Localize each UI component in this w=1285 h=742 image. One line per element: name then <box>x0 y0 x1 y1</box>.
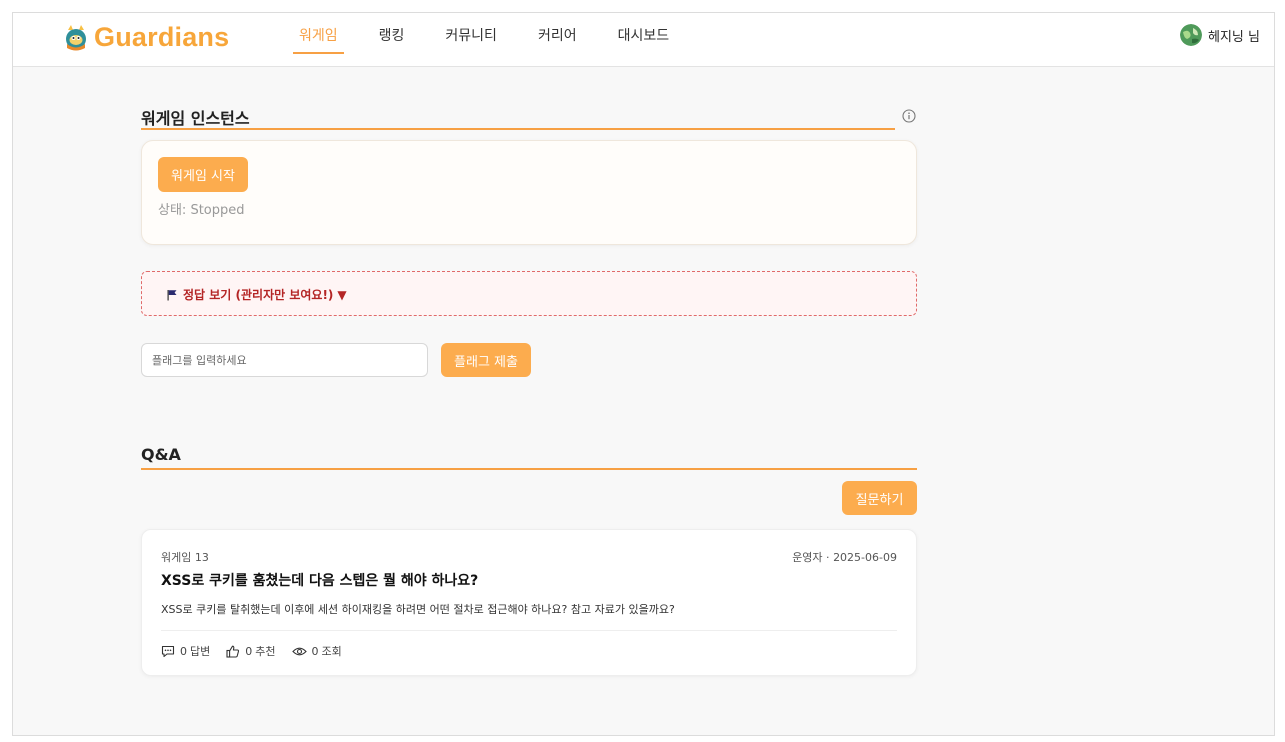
post-category: 워게임 13 <box>161 551 209 564</box>
qa-title-underline <box>141 468 917 470</box>
nav-item-dashboard[interactable]: 대시보드 <box>612 13 676 59</box>
eye-icon <box>291 647 307 655</box>
comment-icon <box>161 645 175 657</box>
flag-icon <box>167 289 177 300</box>
views-count: 0 <box>311 644 319 658</box>
guardians-mascot-icon <box>66 24 86 50</box>
nav-item-ranking[interactable]: 랭킹 <box>373 13 411 59</box>
answer-reveal-box: 정답 보기 (관리자만 보여요!) ▼ <box>141 271 917 316</box>
likes-label: 추천 <box>255 645 276 658</box>
instance-title-underline <box>141 128 895 130</box>
user-name: 헤지닝 님 <box>1208 29 1260 45</box>
submit-flag-button[interactable]: 플래그 제출 <box>441 343 531 377</box>
post-stats: 0 답변 0 추천 0 조회 <box>161 643 358 659</box>
answer-toggle-label: 정답 보기 (관리자만 보여요!) <box>183 288 334 302</box>
qa-post-card[interactable]: 워게임 13 운영자 · 2025-06-09 XSS로 쿠키를 훔쳤는데 다음… <box>141 529 917 676</box>
post-meta: 운영자 · 2025-06-09 <box>792 551 897 564</box>
instance-status: 상태: Stopped <box>158 199 245 218</box>
thumbs-up-icon <box>226 645 240 658</box>
main-nav: 워게임 랭킹 커뮤니티 커리어 대시보드 <box>293 13 704 67</box>
answers-label: 답변 <box>190 645 211 658</box>
post-author: 운영자 <box>792 551 823 564</box>
nav-item-wargame[interactable]: 워게임 <box>293 13 344 59</box>
views-label: 조회 <box>321 645 342 658</box>
brand-name: Guardians <box>94 22 230 52</box>
triangle-down-icon: ▼ <box>337 287 347 302</box>
info-icon[interactable] <box>902 109 916 123</box>
post-title[interactable]: XSS로 쿠키를 훔쳤는데 다음 스텝은 뭘 해야 하나요? <box>161 570 478 590</box>
post-divider <box>161 630 897 631</box>
instance-card: 워게임 시작 상태: Stopped <box>141 140 917 245</box>
nav-item-career[interactable]: 커리어 <box>532 13 583 59</box>
flag-input[interactable] <box>141 343 428 377</box>
brand-logo[interactable]: Guardians <box>63 22 229 53</box>
nav-item-community[interactable]: 커뮤니티 <box>439 13 503 59</box>
answer-toggle[interactable]: 정답 보기 (관리자만 보여요!) ▼ <box>166 286 347 303</box>
post-body: XSS로 쿠키를 탈취했는데 이후에 세션 하이재킹을 하려면 어떤 절차로 접… <box>161 603 675 616</box>
user-menu[interactable]: 헤지닝 님 <box>1180 24 1260 46</box>
likes-count: 0 <box>245 644 253 658</box>
instance-section-title: 워게임 인스턴스 <box>141 109 250 128</box>
top-header: Guardians 워게임 랭킹 커뮤니티 커리어 대시보드 헤지닝 님 <box>13 13 1274 67</box>
answers-count: 0 <box>180 644 187 658</box>
start-wargame-button[interactable]: 워게임 시작 <box>158 157 248 192</box>
answers-stat[interactable]: 0 답변 <box>161 643 210 659</box>
post-date: 2025-06-09 <box>833 551 897 564</box>
ask-question-button[interactable]: 질문하기 <box>842 481 917 515</box>
qa-section-title: Q&A <box>141 445 181 464</box>
app-window: Guardians 워게임 랭킹 커뮤니티 커리어 대시보드 헤지닝 님 워게임… <box>12 12 1275 736</box>
avatar-globe-icon <box>1180 24 1203 46</box>
status-label: 상태: <box>158 203 187 218</box>
views-stat: 0 조회 <box>291 643 342 659</box>
likes-stat[interactable]: 0 추천 <box>226 643 276 659</box>
avatar[interactable] <box>1180 24 1203 46</box>
status-value: Stopped <box>190 203 245 218</box>
